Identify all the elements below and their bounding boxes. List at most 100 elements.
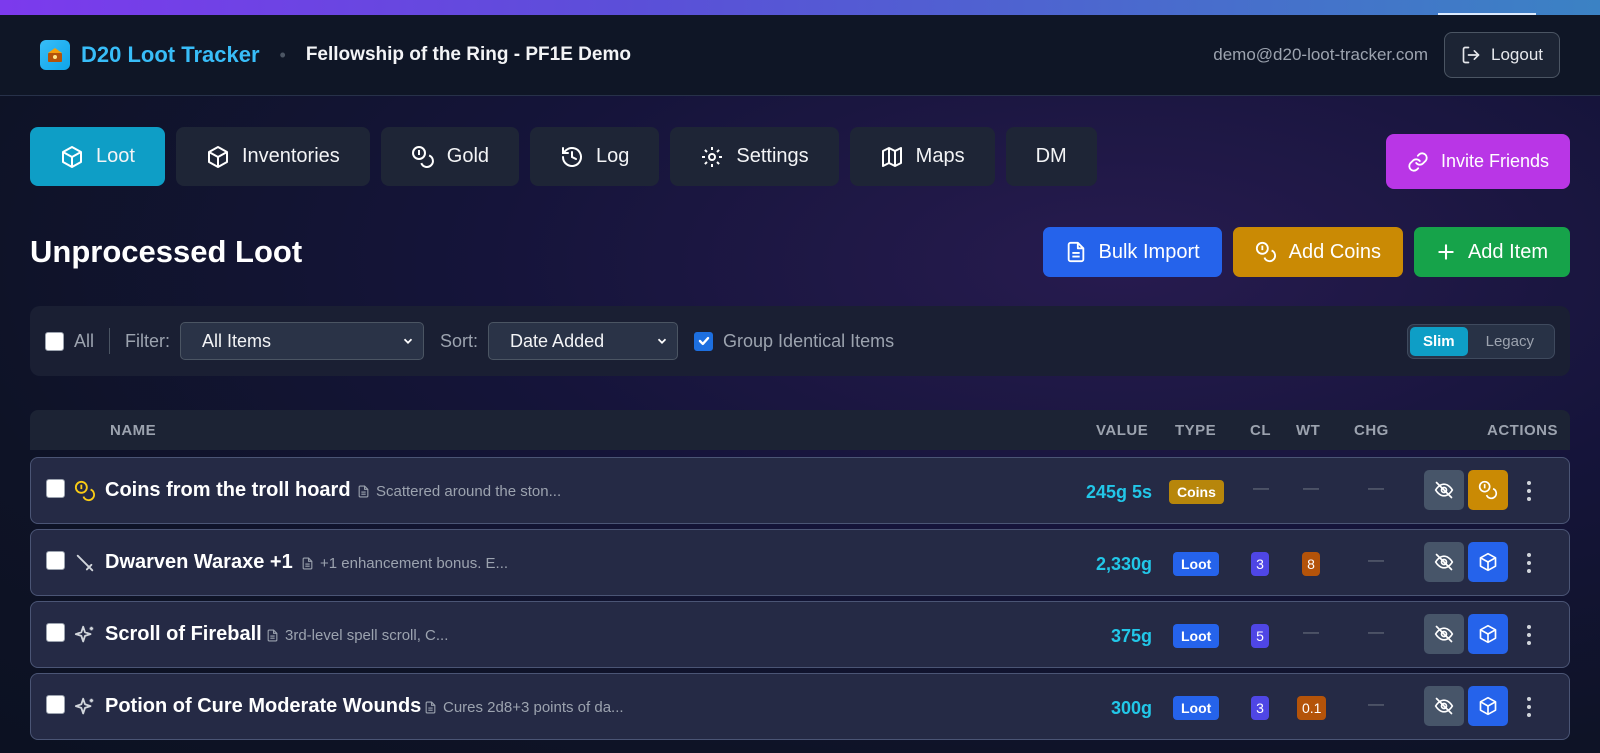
table-row[interactable]: Dwarven Waraxe +1 +1 enhancement bonus. …	[30, 529, 1570, 596]
table-row[interactable]: Scroll of Fireball 3rd-level spell scrol…	[30, 601, 1570, 668]
add-coins-button[interactable]: Add Coins	[1232, 227, 1403, 277]
add-item-button[interactable]: Add Item	[1413, 227, 1570, 277]
invite-friends-button[interactable]: Invite Friends	[1385, 134, 1570, 189]
sort-select[interactable]: Date Added	[488, 322, 679, 360]
header-right: demo@d20-loot-tracker.com Logout	[1213, 32, 1560, 78]
col-cl[interactable]: CL	[1250, 422, 1271, 439]
process-item-button[interactable]	[1468, 686, 1508, 726]
type-badge: Loot	[1173, 552, 1220, 576]
logout-button[interactable]: Logout	[1444, 32, 1560, 78]
tab-inventories[interactable]: Inventories	[175, 127, 370, 186]
more-vertical-icon[interactable]	[1525, 624, 1533, 646]
top-accent-bar	[0, 0, 1600, 15]
sword-icon	[76, 554, 94, 572]
item-note-text: +1 enhancement bonus. E...	[320, 555, 509, 572]
type-badge: Coins	[1169, 480, 1224, 504]
tab-settings[interactable]: Settings	[670, 127, 839, 186]
item-name[interactable]: Coins from the troll hoard	[105, 479, 351, 502]
table-row[interactable]: Coins from the troll hoard Scattered aro…	[30, 457, 1570, 524]
cl-badge: 3	[1251, 552, 1269, 576]
col-chg[interactable]: CHG	[1354, 422, 1389, 439]
tab-dm[interactable]: DM	[1005, 127, 1097, 186]
view-slim-button[interactable]: Slim	[1409, 326, 1468, 356]
note-icon	[425, 701, 436, 714]
coins-icon	[1255, 241, 1276, 263]
logout-label: Logout	[1491, 45, 1543, 64]
select-all-checkbox[interactable]	[45, 331, 64, 351]
hide-button[interactable]	[1424, 686, 1464, 726]
more-vertical-icon[interactable]	[1525, 696, 1533, 718]
item-value: 375g	[1110, 626, 1152, 646]
sort-label: Sort:	[440, 330, 479, 351]
type-badge: Loot	[1173, 696, 1220, 720]
row-checkbox[interactable]	[46, 623, 65, 642]
tab-label: Log	[596, 145, 630, 167]
more-vertical-icon[interactable]	[1525, 480, 1533, 502]
logout-icon	[1462, 46, 1480, 64]
cl-badge: 5	[1251, 624, 1269, 648]
hide-button[interactable]	[1424, 542, 1464, 582]
bulk-import-label: Bulk Import	[1098, 240, 1200, 263]
wt-badge: 8	[1302, 552, 1320, 576]
item-name[interactable]: Potion of Cure Moderate Wounds	[105, 695, 421, 718]
col-value[interactable]: VALUE	[1096, 422, 1148, 439]
hide-button[interactable]	[1424, 470, 1464, 510]
item-name[interactable]: Scroll of Fireball	[105, 623, 262, 646]
table-header: NAME VALUE TYPE CL WT CHG ACTIONS	[30, 410, 1570, 450]
filter-bar: All Filter: All Items Sort: Date Added G…	[30, 306, 1570, 376]
select-all-label: All	[74, 330, 95, 351]
item-value: 300g	[1110, 698, 1152, 718]
app-brand[interactable]: D20 Loot Tracker	[81, 42, 260, 68]
table-row[interactable]: Potion of Cure Moderate Wounds Cures 2d8…	[30, 673, 1570, 740]
process-item-button[interactable]	[1468, 614, 1508, 654]
tab-maps[interactable]: Maps	[849, 127, 995, 186]
more-vertical-icon[interactable]	[1525, 552, 1533, 574]
cl-empty: —	[1253, 480, 1269, 497]
item-note: Scattered around the ston...	[357, 483, 561, 500]
wt-badge: 0.1	[1297, 696, 1327, 720]
divider	[109, 328, 111, 354]
chevron-down-icon	[657, 338, 667, 344]
row-checkbox[interactable]	[46, 695, 65, 714]
item-name[interactable]: Dwarven Waraxe +1	[105, 551, 293, 574]
item-note-text: Scattered around the ston...	[376, 483, 562, 500]
row-checkbox[interactable]	[46, 479, 65, 498]
gear-icon	[702, 146, 723, 167]
tab-gold[interactable]: Gold	[380, 127, 520, 186]
history-icon	[562, 146, 582, 167]
group-identical-checkbox[interactable]	[694, 331, 714, 351]
tab-label: Settings	[736, 145, 809, 167]
eye-off-icon	[1434, 481, 1454, 499]
col-wt[interactable]: WT	[1296, 422, 1320, 439]
tab-label: DM	[1035, 145, 1067, 167]
chevron-down-icon	[403, 338, 413, 344]
col-name[interactable]: NAME	[110, 422, 156, 439]
col-actions: ACTIONS	[1487, 422, 1558, 439]
chg-empty: —	[1368, 696, 1384, 713]
view-legacy-button[interactable]: Legacy	[1468, 327, 1552, 356]
user-email: demo@d20-loot-tracker.com	[1213, 45, 1428, 64]
coins-icon	[411, 145, 434, 168]
process-item-button[interactable]	[1468, 542, 1508, 582]
main-tabs: Loot Inventories Gold Log Settings Maps …	[30, 127, 1097, 186]
row-checkbox[interactable]	[46, 551, 65, 570]
tab-loot[interactable]: Loot	[30, 127, 165, 186]
tab-log[interactable]: Log	[530, 127, 660, 186]
filter-select[interactable]: All Items	[180, 322, 425, 360]
add-item-label: Add Item	[1467, 240, 1548, 263]
box-icon	[1479, 624, 1497, 644]
item-note-text: 3rd-level spell scroll, C...	[285, 627, 449, 644]
note-icon	[302, 557, 313, 570]
box-icon	[62, 145, 82, 168]
chg-empty: —	[1368, 480, 1384, 497]
process-coins-button[interactable]	[1468, 470, 1508, 510]
eye-off-icon	[1434, 553, 1454, 571]
col-type[interactable]: TYPE	[1175, 422, 1216, 439]
sparkles-icon	[74, 625, 94, 643]
sort-value: Date Added	[510, 330, 605, 351]
bulk-import-button[interactable]: Bulk Import	[1042, 227, 1222, 277]
box-icon	[1479, 552, 1497, 572]
hide-button[interactable]	[1424, 614, 1464, 654]
header-separator: •	[279, 44, 286, 65]
eye-off-icon	[1434, 697, 1454, 715]
